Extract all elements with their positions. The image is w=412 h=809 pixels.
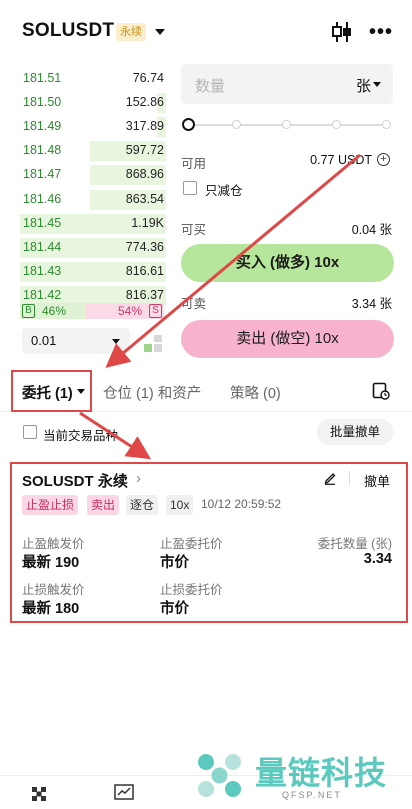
bid-price: 181.47 [23,167,62,182]
slider-step[interactable] [232,120,241,129]
bid-price: 181.44 [23,239,62,254]
bid-quantity: 76.74 [132,71,164,85]
buy-badge: B [22,304,35,318]
orderbook-row[interactable]: 181.50 152.86 [20,90,166,116]
slider-step[interactable] [382,120,391,129]
orderbook-row[interactable]: 181.48 597.72 [20,138,166,164]
orderbook-row[interactable]: 181.44 774.36 [20,235,166,261]
orderbook-row[interactable]: 181.46 863.54 [20,187,166,213]
reduce-only-checkbox[interactable] [183,181,197,195]
tab-strategy[interactable]: 策略 (0) [230,382,281,403]
chevron-down-icon [112,339,120,344]
orderbook-row[interactable]: 181.49 317.89 [20,114,166,140]
current-symbol-checkbox[interactable] [23,425,37,439]
orderbook-row[interactable]: 181.51 76.74 [20,66,166,92]
bid-quantity: 816.37 [125,287,164,302]
orderbook-row[interactable]: 181.45 1.19K [20,211,166,237]
bid-quantity: 863.54 [125,191,164,206]
slider-handle[interactable] [182,118,195,131]
precision-value: 0.01 [31,333,57,348]
bid-quantity: 774.36 [125,239,164,254]
annotation-box-order-card [10,462,408,623]
contract-type-badge: 永续 [116,23,146,41]
bid-price: 181.42 [23,287,62,302]
candlestick-icon[interactable] [330,20,354,44]
bid-price: 181.46 [23,191,62,206]
chevron-down-icon [373,82,381,87]
chart-icon[interactable] [114,784,134,802]
buy-percent: 46% [42,304,67,318]
depth-layout-icon[interactable] [144,334,162,352]
slider-step[interactable] [332,120,341,129]
bid-quantity: 1.19K [131,215,164,230]
orderbook-row[interactable]: 181.47 868.96 [20,162,166,188]
available-label: 可用 [181,157,207,171]
more-icon[interactable]: ••• [369,22,393,42]
watermark-url: QFSP.NET [282,790,342,800]
bid-quantity: 317.89 [125,119,164,134]
history-icon[interactable] [372,382,390,400]
annotation-box-orders-tab [11,370,92,412]
can-sell-label: 可卖 [181,297,207,311]
bid-price: 181.49 [23,119,62,134]
sell-percent: 54% [117,304,142,318]
can-buy-value: 0.04 张 [351,223,392,237]
sell-short-button[interactable]: 卖出 (做空) 10x [181,320,394,358]
tab-positions[interactable]: 仓位 (1) 和资产 [103,382,201,403]
reduce-only-label[interactable]: 只减仓 [205,180,243,199]
can-buy-label: 可买 [181,223,207,237]
bid-quantity: 868.96 [125,167,164,182]
buy-long-button[interactable]: 买入 (做多) 10x [181,244,394,282]
bid-quantity: 152.86 [125,95,164,110]
orderbook-row[interactable]: 181.43 816.61 [20,259,166,285]
plus-icon[interactable]: + [377,153,390,166]
symbol-title[interactable]: SOLUSDT [22,20,114,42]
quantity-input[interactable]: 数量 张 [181,64,393,104]
bid-price: 181.48 [23,143,62,158]
bid-price: 181.51 [23,71,62,85]
bid-price: 181.50 [23,95,62,110]
sell-badge: S [149,304,162,318]
bid-quantity: 816.61 [125,263,164,278]
grid-icon[interactable] [30,785,48,803]
can-sell-value: 3.34 张 [351,297,392,311]
cancel-all-button[interactable]: 批量撤单 [317,419,393,445]
watermark-logo-icon [198,754,241,797]
chevron-down-icon[interactable] [155,29,165,35]
bid-price: 181.43 [23,263,62,278]
buy-sell-ratio: B 46% 54% S [20,303,164,319]
slider-step[interactable] [282,120,291,129]
available-value: 0.77 USDT [310,153,372,167]
current-symbol-label[interactable]: 当前交易品种 [43,425,118,444]
unit-select[interactable]: 张 [356,75,371,96]
bid-quantity: 597.72 [125,143,164,158]
price-precision-select[interactable]: 0.01 [22,328,130,354]
quantity-placeholder: 数量 [195,78,226,95]
watermark-brand: 量链科技 [255,755,388,791]
bid-price: 181.45 [23,215,62,230]
